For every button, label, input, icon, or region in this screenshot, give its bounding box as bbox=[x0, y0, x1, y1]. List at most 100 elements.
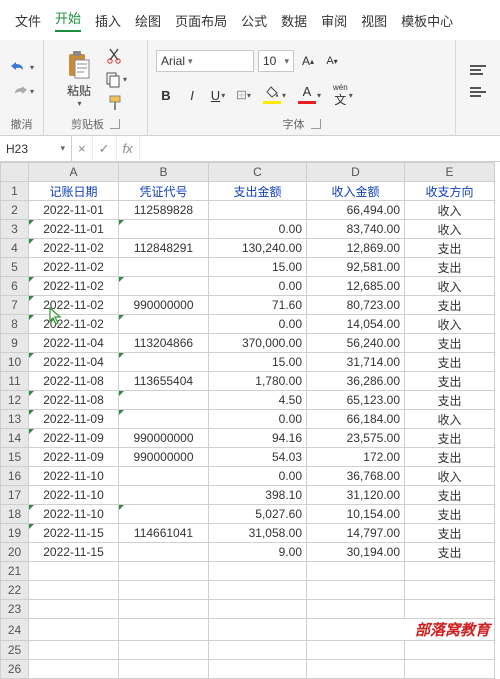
menu-item-4[interactable]: 页面布局 bbox=[168, 7, 234, 34]
empty-cell[interactable] bbox=[307, 641, 405, 660]
row-header-4[interactable]: 4 bbox=[1, 239, 29, 258]
header-cell[interactable]: 记账日期 bbox=[29, 182, 119, 201]
cell-direction[interactable]: 收入 bbox=[405, 220, 495, 239]
cell-expense[interactable]: 4.50 bbox=[209, 391, 307, 410]
empty-cell[interactable] bbox=[307, 562, 405, 581]
cell-income[interactable]: 12,869.00 bbox=[307, 239, 405, 258]
cell-income[interactable]: 30,194.00 bbox=[307, 543, 405, 562]
cell-expense[interactable]: 71.60 bbox=[209, 296, 307, 315]
cell-direction[interactable]: 收入 bbox=[405, 201, 495, 220]
cell-voucher[interactable]: 113204866 bbox=[119, 334, 209, 353]
col-header-A[interactable]: A bbox=[29, 163, 119, 182]
cell-expense[interactable]: 0.00 bbox=[209, 220, 307, 239]
cell-date[interactable]: 2022-11-09 bbox=[29, 410, 119, 429]
copy-button[interactable]: ▾ bbox=[101, 68, 130, 90]
empty-cell[interactable] bbox=[29, 581, 119, 600]
row-header-1[interactable]: 1 bbox=[1, 182, 29, 201]
cell-expense[interactable]: 15.00 bbox=[209, 258, 307, 277]
cell-direction[interactable]: 支出 bbox=[405, 258, 495, 277]
cell-expense[interactable]: 54.03 bbox=[209, 448, 307, 467]
row-header-8[interactable]: 8 bbox=[1, 315, 29, 334]
menu-item-5[interactable]: 公式 bbox=[234, 7, 274, 34]
row-header-7[interactable]: 7 bbox=[1, 296, 29, 315]
cell-expense[interactable]: 5,027.60 bbox=[209, 505, 307, 524]
cell-date[interactable]: 2022-11-01 bbox=[29, 201, 119, 220]
row-header-20[interactable]: 20 bbox=[1, 543, 29, 562]
empty-cell[interactable] bbox=[307, 660, 405, 679]
cell-income[interactable]: 66,184.00 bbox=[307, 410, 405, 429]
menu-item-8[interactable]: 视图 bbox=[354, 7, 394, 34]
cell-voucher[interactable] bbox=[119, 467, 209, 486]
cell-date[interactable]: 2022-11-09 bbox=[29, 429, 119, 448]
undo-button[interactable]: ▾ bbox=[6, 57, 37, 77]
cell-direction[interactable]: 支出 bbox=[405, 429, 495, 448]
empty-cell[interactable] bbox=[29, 600, 119, 619]
cell-direction[interactable]: 支出 bbox=[405, 505, 495, 524]
row-header-14[interactable]: 14 bbox=[1, 429, 29, 448]
row-header-15[interactable]: 15 bbox=[1, 448, 29, 467]
empty-cell[interactable] bbox=[119, 562, 209, 581]
row-header-18[interactable]: 18 bbox=[1, 505, 29, 524]
cell-date[interactable]: 2022-11-10 bbox=[29, 486, 119, 505]
menu-item-6[interactable]: 数据 bbox=[274, 7, 314, 34]
row-header-17[interactable]: 17 bbox=[1, 486, 29, 505]
cell-income[interactable]: 172.00 bbox=[307, 448, 405, 467]
col-header-D[interactable]: D bbox=[307, 163, 405, 182]
italic-button[interactable]: I bbox=[182, 85, 202, 105]
empty-cell[interactable] bbox=[209, 581, 307, 600]
cell-direction[interactable]: 支出 bbox=[405, 524, 495, 543]
cell-date[interactable]: 2022-11-10 bbox=[29, 467, 119, 486]
empty-cell[interactable] bbox=[119, 581, 209, 600]
cell-voucher[interactable]: 112848291 bbox=[119, 239, 209, 258]
font-dialog-launcher[interactable] bbox=[311, 119, 321, 129]
cell-voucher[interactable] bbox=[119, 353, 209, 372]
header-cell[interactable]: 支出金额 bbox=[209, 182, 307, 201]
cell-income[interactable]: 92,581.00 bbox=[307, 258, 405, 277]
cell-voucher[interactable] bbox=[119, 277, 209, 296]
empty-cell[interactable] bbox=[119, 660, 209, 679]
empty-cell[interactable] bbox=[405, 581, 495, 600]
row-header-21[interactable]: 21 bbox=[1, 562, 29, 581]
cell-expense[interactable] bbox=[209, 201, 307, 220]
empty-cell[interactable] bbox=[209, 600, 307, 619]
cell-voucher[interactable] bbox=[119, 543, 209, 562]
row-header-22[interactable]: 22 bbox=[1, 581, 29, 600]
empty-cell[interactable] bbox=[119, 641, 209, 660]
cell-direction[interactable]: 支出 bbox=[405, 448, 495, 467]
row-header-3[interactable]: 3 bbox=[1, 220, 29, 239]
row-header-16[interactable]: 16 bbox=[1, 467, 29, 486]
cell-date[interactable]: 2022-11-08 bbox=[29, 372, 119, 391]
cell-voucher[interactable] bbox=[119, 220, 209, 239]
row-header-10[interactable]: 10 bbox=[1, 353, 29, 372]
bold-button[interactable]: B bbox=[156, 85, 176, 105]
empty-cell[interactable] bbox=[119, 600, 209, 619]
cell-voucher[interactable]: 114661041 bbox=[119, 524, 209, 543]
accept-formula-button[interactable]: ✓ bbox=[93, 136, 117, 161]
row-header-19[interactable]: 19 bbox=[1, 524, 29, 543]
cell-direction[interactable]: 支出 bbox=[405, 239, 495, 258]
cell-direction[interactable]: 支出 bbox=[405, 391, 495, 410]
clipboard-dialog-launcher[interactable] bbox=[110, 119, 120, 129]
increase-font-button[interactable]: A▴ bbox=[298, 51, 318, 71]
formula-input[interactable] bbox=[140, 136, 500, 161]
font-name-select[interactable]: Arial▾ bbox=[156, 50, 254, 72]
cell-direction[interactable]: 支出 bbox=[405, 296, 495, 315]
empty-cell[interactable] bbox=[209, 660, 307, 679]
row-header-9[interactable]: 9 bbox=[1, 334, 29, 353]
cell-direction[interactable]: 支出 bbox=[405, 334, 495, 353]
cell-expense[interactable]: 94.16 bbox=[209, 429, 307, 448]
row-header-2[interactable]: 2 bbox=[1, 201, 29, 220]
cell-income[interactable]: 14,797.00 bbox=[307, 524, 405, 543]
font-size-select[interactable]: 10▾ bbox=[258, 50, 294, 72]
row-header-12[interactable]: 12 bbox=[1, 391, 29, 410]
row-header-6[interactable]: 6 bbox=[1, 277, 29, 296]
cell-expense[interactable]: 0.00 bbox=[209, 277, 307, 296]
header-cell[interactable]: 凭证代号 bbox=[119, 182, 209, 201]
cell-expense[interactable]: 130,240.00 bbox=[209, 239, 307, 258]
col-header-E[interactable]: E bbox=[405, 163, 495, 182]
cell-voucher[interactable] bbox=[119, 486, 209, 505]
cell-voucher[interactable] bbox=[119, 315, 209, 334]
cell-direction[interactable]: 支出 bbox=[405, 486, 495, 505]
cell-expense[interactable]: 398.10 bbox=[209, 486, 307, 505]
cell-voucher[interactable]: 990000000 bbox=[119, 296, 209, 315]
